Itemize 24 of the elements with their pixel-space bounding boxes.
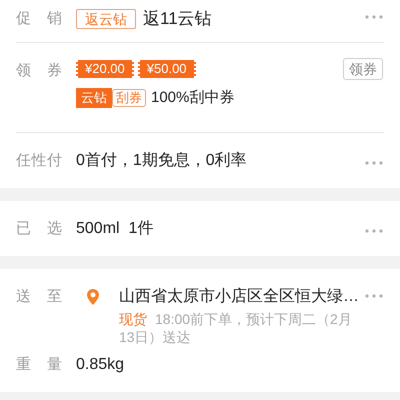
field-label: 促销 xyxy=(16,9,62,29)
field-label: 重量 xyxy=(16,355,62,375)
value-text: 0首付，1期免息，0利率 xyxy=(76,150,247,171)
more-icon[interactable] xyxy=(365,294,383,298)
scratch-tag: 刮券 xyxy=(112,89,146,107)
coupon-badge: ¥20.00 xyxy=(76,60,134,78)
field-label: 领券 xyxy=(16,61,62,81)
coupon-text: 100%刮中券 xyxy=(151,88,234,108)
field-label: 任性付 xyxy=(16,151,62,171)
location-pin-icon xyxy=(87,289,99,305)
promo-tag: 返云钻 xyxy=(76,9,136,29)
address-text: 山西省太原市小店区全区恒大绿… xyxy=(119,286,359,307)
coupon-badge: ¥50.00 xyxy=(138,60,196,78)
field-label: 已选 xyxy=(16,219,62,239)
coupon-tag: 云钻 xyxy=(76,88,112,108)
field-label: 送至 xyxy=(16,287,62,307)
promo-text: 返11云钻 xyxy=(143,8,212,30)
more-icon[interactable] xyxy=(365,229,383,233)
more-icon[interactable] xyxy=(365,161,383,165)
value-text: 0.85kg xyxy=(76,355,124,375)
delivery-text: 现货 18:00前下单，预计下周二（2月13日）送达 xyxy=(119,310,353,346)
more-icon[interactable] xyxy=(365,15,383,19)
value-text: 500ml 1件 xyxy=(76,219,154,239)
claim-coupon-button[interactable]: 领券 xyxy=(343,58,383,80)
